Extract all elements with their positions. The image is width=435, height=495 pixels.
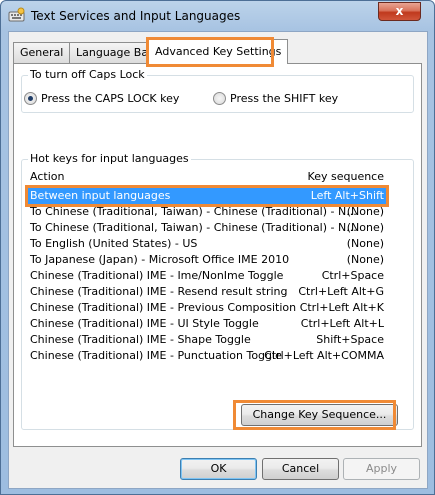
radio-checked-icon [24,92,37,105]
column-header-action: Action [30,170,65,183]
row-key-sequence: Left Alt+Shift [310,189,384,202]
tab-language-bar[interactable]: Language Bar [69,42,160,63]
table-row[interactable]: Chinese (Traditional) IME - Ime/NonIme T… [28,268,386,284]
tab-general-label: General [20,46,64,59]
hotkeys-list[interactable]: Between input languages Left Alt+Shift T… [25,184,389,368]
row-action: Chinese (Traditional) IME - Previous Com… [30,301,297,314]
hotkeys-group-title: Hot keys for input languages [28,152,191,165]
keyboard-settings-icon [8,7,25,22]
tab-advanced-key-settings-label: Advanced Key Settings [155,45,282,58]
table-row[interactable]: To Japanese (Japan) - Microsoft Office I… [28,252,386,268]
caps-lock-group-title: To turn off Caps Lock [28,68,147,81]
ok-button[interactable]: OK [180,458,257,480]
hotkeys-group: Hot keys for input languages Action Key … [21,152,414,430]
row-key-sequence: (None) [346,253,384,266]
row-action: To Japanese (Japan) - Microsoft Office I… [30,253,290,266]
close-icon: x [395,4,404,18]
dialog-window: Text Services and Input Languages x Gene… [0,0,435,495]
row-action: Chinese (Traditional) IME - Resend resul… [30,285,288,298]
row-action: Chinese (Traditional) IME - UI Style Tog… [30,317,259,330]
row-action: Chinese (Traditional) IME - Ime/NonIme T… [30,269,284,282]
advanced-key-settings-panel: To turn off Caps Lock Press the CAPS LOC… [13,63,422,447]
radio-unchecked-icon [213,92,226,105]
row-key-sequence: Shift+Space [316,333,384,346]
cancel-button-label: Cancel [281,462,320,475]
dialog-client-area: General Language Bar Advanced Key Settin… [8,31,428,489]
row-key-sequence: Ctrl+Left Alt+K [299,301,384,314]
table-row[interactable]: Chinese (Traditional) IME - Punctuation … [28,348,386,364]
row-action: Chinese (Traditional) IME - Punctuation … [30,349,282,362]
column-header-key-sequence: Key sequence [307,170,384,183]
table-row[interactable]: To Chinese (Traditional, Taiwan) - Chine… [28,220,386,236]
tab-general[interactable]: General [13,42,71,63]
window-title: Text Services and Input Languages [31,9,241,23]
row-action: Chinese (Traditional) IME - Shape Toggle [30,333,251,346]
row-action: To English (United States) - US [30,237,198,250]
caps-lock-group: To turn off Caps Lock Press the CAPS LOC… [21,68,414,113]
row-key-sequence: (None) [346,237,384,250]
close-button[interactable]: x [378,2,421,21]
title-bar[interactable]: Text Services and Input Languages x [1,1,434,31]
radio-shift-key-label: Press the SHIFT key [230,92,339,105]
row-action: To Chinese (Traditional, Taiwan) - Chine… [30,221,357,234]
row-key-sequence: Ctrl+Left Alt+G [298,285,384,298]
tab-language-bar-label: Language Bar [76,46,153,59]
radio-caps-lock-key-label: Press the CAPS LOCK key [41,92,180,105]
table-row[interactable]: Chinese (Traditional) IME - Previous Com… [28,300,386,316]
table-row[interactable]: Chinese (Traditional) IME - UI Style Tog… [28,316,386,332]
row-key-sequence: (None) [346,221,384,234]
ok-button-label: OK [210,462,227,475]
cancel-button[interactable]: Cancel [262,458,339,480]
row-key-sequence: Ctrl+Left Alt+COMMA [264,349,384,362]
radio-caps-lock-key[interactable]: Press the CAPS LOCK key [24,92,179,105]
table-row[interactable]: Chinese (Traditional) IME - Shape Toggle… [28,332,386,348]
change-key-sequence-button[interactable]: Change Key Sequence... [241,404,398,426]
apply-button[interactable]: Apply [343,458,420,480]
row-action: Between input languages [30,189,171,202]
change-key-sequence-label: Change Key Sequence... [252,408,387,421]
apply-button-label: Apply [365,462,398,475]
row-key-sequence: Ctrl+Left Alt+L [300,317,384,330]
table-row[interactable]: Between input languages Left Alt+Shift [25,185,389,207]
tab-advanced-key-settings[interactable]: Advanced Key Settings [148,39,289,64]
row-key-sequence: (None) [346,205,384,218]
radio-shift-key[interactable]: Press the SHIFT key [213,92,338,105]
table-row[interactable]: To English (United States) - US (None) [28,236,386,252]
table-row[interactable]: To Chinese (Traditional, Taiwan) - Chine… [28,204,386,220]
table-row[interactable]: Chinese (Traditional) IME - Resend resul… [28,284,386,300]
row-action: To Chinese (Traditional, Taiwan) - Chine… [30,205,357,218]
row-key-sequence: Ctrl+Space [321,269,384,282]
